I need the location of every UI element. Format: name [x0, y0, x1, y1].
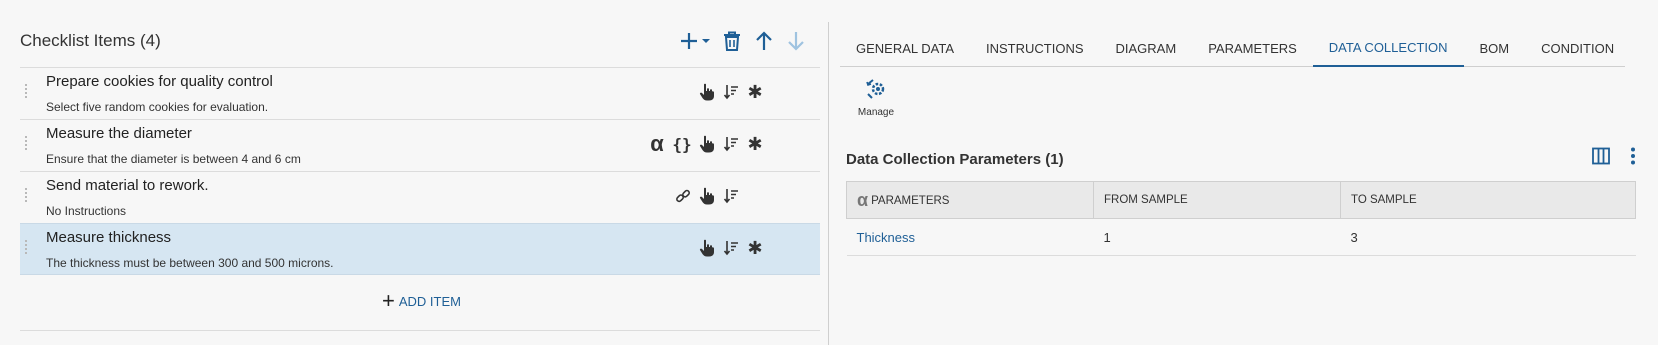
checklist-toolbar	[680, 24, 810, 58]
table-row[interactable]: Thickness 1 3	[846, 218, 1636, 256]
add-dropdown-button[interactable]	[680, 26, 714, 56]
move-down-button[interactable]	[782, 26, 810, 56]
manage-button[interactable]: Manage	[856, 78, 896, 118]
alpha-icon[interactable]: α	[647, 133, 667, 155]
tab-diagram[interactable]: DIAGRAM	[1100, 30, 1193, 67]
checklist-item-title: Measure the diameter	[46, 125, 192, 142]
checklist-item-icons: ✱	[697, 236, 765, 260]
tab-data-collection[interactable]: DATA COLLECTION	[1312, 30, 1464, 67]
tab-general-data[interactable]: GENERAL DATA	[840, 30, 970, 67]
from-sample-cell: 1	[1093, 218, 1341, 256]
asterisk-icon[interactable]: ✱	[745, 134, 765, 154]
divider	[20, 330, 820, 331]
checklist-item-icons: α {} ✱	[647, 132, 765, 156]
arrow-up-icon	[756, 31, 772, 50]
tab-instructions[interactable]: INSTRUCTIONS	[970, 30, 1100, 67]
delete-button[interactable]	[718, 26, 746, 56]
checklist-item[interactable]: Prepare cookies for quality control Sele…	[20, 67, 820, 119]
plus-dropdown-icon	[681, 33, 710, 49]
drag-handle-icon[interactable]	[25, 240, 29, 258]
add-item-label: ADD ITEM	[398, 293, 461, 309]
checklist-item[interactable]: Send material to rework. No Instructions	[20, 171, 820, 223]
plus-icon: +	[382, 288, 395, 313]
checklist-title: Checklist Items (4)	[20, 31, 161, 50]
hand-pointer-icon[interactable]	[697, 186, 717, 206]
trash-icon	[724, 31, 740, 51]
tab-bom[interactable]: BOM	[1464, 30, 1526, 67]
asterisk-icon[interactable]: ✱	[745, 82, 765, 102]
drag-handle-icon[interactable]	[25, 136, 29, 154]
to-sample-cell: 3	[1340, 218, 1636, 256]
checklist-list: Prepare cookies for quality control Sele…	[20, 67, 820, 275]
checklist-item-title: Send material to rework.	[46, 177, 209, 194]
drag-handle-icon[interactable]	[25, 188, 29, 206]
manage-label: Manage	[857, 107, 895, 118]
detail-tabs: GENERAL DATA INSTRUCTIONS DIAGRAM PARAME…	[840, 30, 1625, 67]
arrow-down-icon	[788, 32, 804, 51]
column-header-from-sample[interactable]: FROM SAMPLE	[1093, 181, 1341, 219]
column-label: PARAMETERS	[871, 194, 950, 207]
column-header-parameters[interactable]: α PARAMETERS	[846, 181, 1094, 219]
manage-gears-icon	[866, 79, 885, 99]
checklist-header: Checklist Items (4)	[20, 24, 810, 58]
tab-condition[interactable]: CONDITION	[1525, 30, 1630, 67]
checklist-item-description: Ensure that the diameter is between 4 an…	[46, 152, 301, 166]
table-header-row: α PARAMETERS FROM SAMPLE TO SAMPLE	[846, 181, 1636, 219]
column-header-to-sample[interactable]: TO SAMPLE	[1340, 181, 1636, 219]
checklist-item-title: Prepare cookies for quality control	[46, 73, 273, 90]
checklist-panel: Checklist Items (4) Prepare cookies for …	[0, 0, 828, 345]
data-collection-title: Data Collection Parameters (1)	[846, 151, 1064, 168]
drag-handle-icon[interactable]	[25, 84, 29, 102]
data-collection-actions	[1592, 147, 1636, 165]
details-panel: GENERAL DATA INSTRUCTIONS DIAGRAM PARAME…	[840, 0, 1658, 345]
columns-icon[interactable]	[1592, 147, 1610, 165]
panel-divider	[828, 22, 829, 345]
move-up-button[interactable]	[750, 26, 778, 56]
more-options-icon[interactable]	[1630, 147, 1636, 165]
add-item-button[interactable]: + ADD ITEM	[382, 288, 461, 313]
checklist-item-icons: ✱	[697, 80, 765, 104]
checklist-item-selected[interactable]: Measure thickness The thickness must be …	[20, 223, 820, 275]
braces-icon[interactable]: {}	[671, 134, 693, 154]
data-collection-header: Data Collection Parameters (1)	[846, 147, 1636, 173]
checklist-item-description: The thickness must be between 300 and 50…	[46, 256, 334, 270]
alpha-icon: α	[857, 189, 869, 210]
link-icon[interactable]	[673, 186, 693, 206]
sort-icon[interactable]	[721, 238, 741, 258]
data-collection-table: α PARAMETERS FROM SAMPLE TO SAMPLE Thickn…	[846, 181, 1636, 256]
sort-icon[interactable]	[721, 82, 741, 102]
parameter-link[interactable]: Thickness	[846, 218, 1094, 256]
checklist-item-title: Measure thickness	[46, 229, 172, 246]
hand-pointer-icon[interactable]	[697, 82, 717, 102]
checklist-item-description: Select five random cookies for evaluatio…	[46, 100, 269, 114]
tab-parameters[interactable]: PARAMETERS	[1192, 30, 1313, 67]
sort-icon[interactable]	[721, 186, 741, 206]
asterisk-icon[interactable]: ✱	[745, 238, 765, 258]
hand-pointer-icon[interactable]	[697, 134, 717, 154]
checklist-item-description: No Instructions	[46, 204, 127, 218]
sort-icon[interactable]	[721, 134, 741, 154]
checklist-item-icons	[673, 184, 741, 208]
hand-pointer-icon[interactable]	[697, 238, 717, 258]
checklist-item[interactable]: Measure the diameter Ensure that the dia…	[20, 119, 820, 171]
